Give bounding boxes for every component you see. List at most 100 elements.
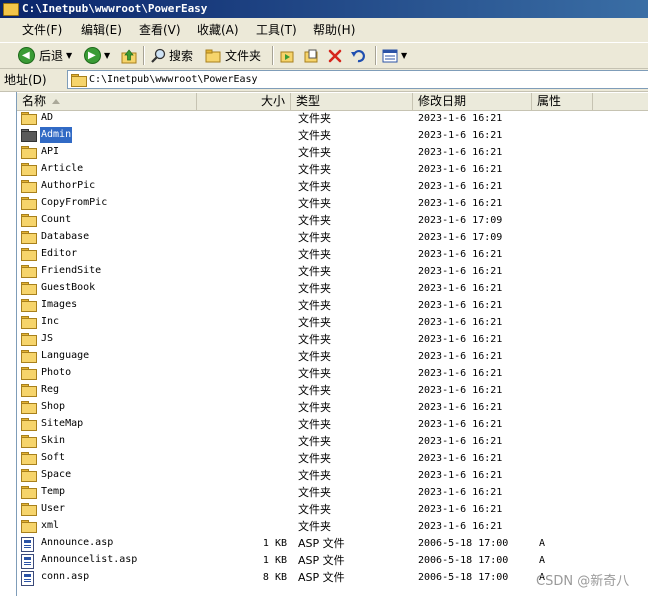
file-name: API [41,146,60,157]
file-type: 文件夹 [298,503,331,516]
file-name-cell: Shop [21,399,197,416]
back-arrow-icon: ◀ [18,47,35,64]
file-date: 2023-1-6 16:21 [418,300,503,311]
toolbar-separator [375,46,377,65]
folder-icon [21,503,37,516]
list-item[interactable]: xml 文件夹 2023-1-6 16:21 [17,518,648,535]
file-name: SiteMap [41,418,84,429]
file-name: Temp [41,486,66,497]
menu-tools[interactable]: 工具(T) [253,22,300,38]
menu-help[interactable]: 帮助(H) [310,22,358,38]
file-type: 文件夹 [298,231,331,244]
list-item[interactable]: SiteMap 文件夹 2023-1-6 16:21 [17,416,648,433]
menu-edit[interactable]: 编辑(E) [78,22,125,38]
list-item[interactable]: Soft 文件夹 2023-1-6 16:21 [17,450,648,467]
asp-file-icon [21,554,34,569]
back-button[interactable]: ◀ 后退 ▼ [18,46,72,65]
file-name: Editor [41,248,78,259]
list-item[interactable]: Skin 文件夹 2023-1-6 16:21 [17,433,648,450]
folder-icon [21,401,37,414]
file-list: 名称 大小 类型 修改日期 属性 AD 文件夹 2023-1-6 16:21 Admi… [16,92,648,596]
file-name: Soft [41,452,66,463]
toolbar: ◀ 后退 ▼ ▶ ▼ 搜索 文件夹 ▼ [0,43,648,69]
list-item[interactable]: API 文件夹 2023-1-6 16:21 [17,144,648,161]
file-type: 文件夹 [298,282,331,295]
file-type: ASP 文件 [298,537,345,550]
folder-icon [21,520,37,533]
up-folder-button[interactable] [121,46,137,65]
list-item[interactable]: Shop 文件夹 2023-1-6 16:21 [17,399,648,416]
list-item[interactable]: Article 文件夹 2023-1-6 16:21 [17,161,648,178]
list-item[interactable]: CopyFromPic 文件夹 2023-1-6 16:21 [17,195,648,212]
list-item[interactable]: Announce.asp 1 KB ASP 文件 2006-5-18 17:00 A [17,535,648,552]
list-item[interactable]: Temp 文件夹 2023-1-6 16:21 [17,484,648,501]
views-button[interactable]: ▼ [382,46,407,65]
file-name-cell: Skin [21,433,197,450]
menu-view[interactable]: 查看(V) [136,22,184,38]
list-item[interactable]: Reg 文件夹 2023-1-6 16:21 [17,382,648,399]
toolbar-separator [143,46,145,65]
file-attributes: A [539,538,546,549]
file-type: 文件夹 [298,418,331,431]
list-item[interactable]: Photo 文件夹 2023-1-6 16:21 [17,365,648,382]
watermark: CSDN @新奇八 [536,574,630,589]
list-item[interactable]: AD 文件夹 2023-1-6 16:21 [17,110,648,127]
list-item[interactable]: Space 文件夹 2023-1-6 16:21 [17,467,648,484]
window-title: C:\Inetpub\wwwroot\PowerEasy [22,2,208,15]
file-name-cell: AD [21,110,197,127]
move-to-button[interactable] [279,46,295,65]
list-item[interactable]: JS 文件夹 2023-1-6 16:21 [17,331,648,348]
file-date: 2006-5-18 17:00 [418,538,509,549]
delete-button[interactable] [327,46,343,65]
list-item[interactable]: Inc 文件夹 2023-1-6 16:21 [17,314,648,331]
file-type: 文件夹 [298,146,331,159]
file-type: 文件夹 [298,384,331,397]
menu-file[interactable]: 文件(F) [19,22,65,38]
address-input[interactable]: C:\Inetpub\wwwroot\PowerEasy [67,70,648,89]
file-date: 2023-1-6 16:21 [418,334,503,345]
chevron-down-icon: ▼ [401,51,408,60]
folder-icon [21,316,37,329]
file-type: 文件夹 [298,214,331,227]
list-item[interactable]: AuthorPic 文件夹 2023-1-6 16:21 [17,178,648,195]
copy-to-button[interactable] [303,46,319,65]
file-name: conn.asp [41,571,90,582]
file-date: 2023-1-6 16:21 [418,385,503,396]
file-date: 2023-1-6 16:21 [418,130,503,141]
list-item[interactable]: Editor 文件夹 2023-1-6 16:21 [17,246,648,263]
list-item[interactable]: FriendSite 文件夹 2023-1-6 16:21 [17,263,648,280]
list-item[interactable]: Images 文件夹 2023-1-6 16:21 [17,297,648,314]
folder-icon [3,3,19,16]
list-item[interactable]: Language 文件夹 2023-1-6 16:21 [17,348,648,365]
file-name-cell: Images [21,297,197,314]
file-type: 文件夹 [298,112,331,125]
file-name: Inc [41,316,60,327]
menu-favorites[interactable]: 收藏(A) [194,22,242,38]
folder-icon [21,231,37,244]
delete-icon [328,49,342,62]
folder-icon [21,163,37,176]
list-item[interactable]: Count 文件夹 2023-1-6 17:09 [17,212,648,229]
column-header-type[interactable]: 类型 [291,93,413,110]
folders-button[interactable]: 文件夹 [205,46,261,65]
folder-icon [21,435,37,448]
column-header-name[interactable]: 名称 [17,93,197,110]
search-button[interactable]: 搜索 [150,46,193,65]
column-header-size[interactable]: 大小 [197,93,291,110]
list-item[interactable]: Announcelist.asp 1 KB ASP 文件 2006-5-18 17:0… [17,552,648,569]
list-item[interactable]: GuestBook 文件夹 2023-1-6 16:21 [17,280,648,297]
file-name: Skin [41,435,66,446]
folder-icon [71,74,87,87]
column-header-attributes[interactable]: 属性 [532,93,593,110]
undo-button[interactable] [350,46,366,65]
chevron-down-icon: ▼ [104,51,111,60]
list-item[interactable]: Database 文件夹 2023-1-6 17:09 [17,229,648,246]
asp-file-icon [21,571,34,586]
forward-button[interactable]: ▶ ▼ [84,46,110,65]
column-header-date[interactable]: 修改日期 [413,93,532,110]
file-type: 文件夹 [298,129,331,142]
list-item[interactable]: Admin 文件夹 2023-1-6 16:21 [17,126,648,144]
list-item[interactable]: User 文件夹 2023-1-6 16:21 [17,501,648,518]
file-name: Space [41,469,72,480]
file-name-cell: Editor [21,246,197,263]
